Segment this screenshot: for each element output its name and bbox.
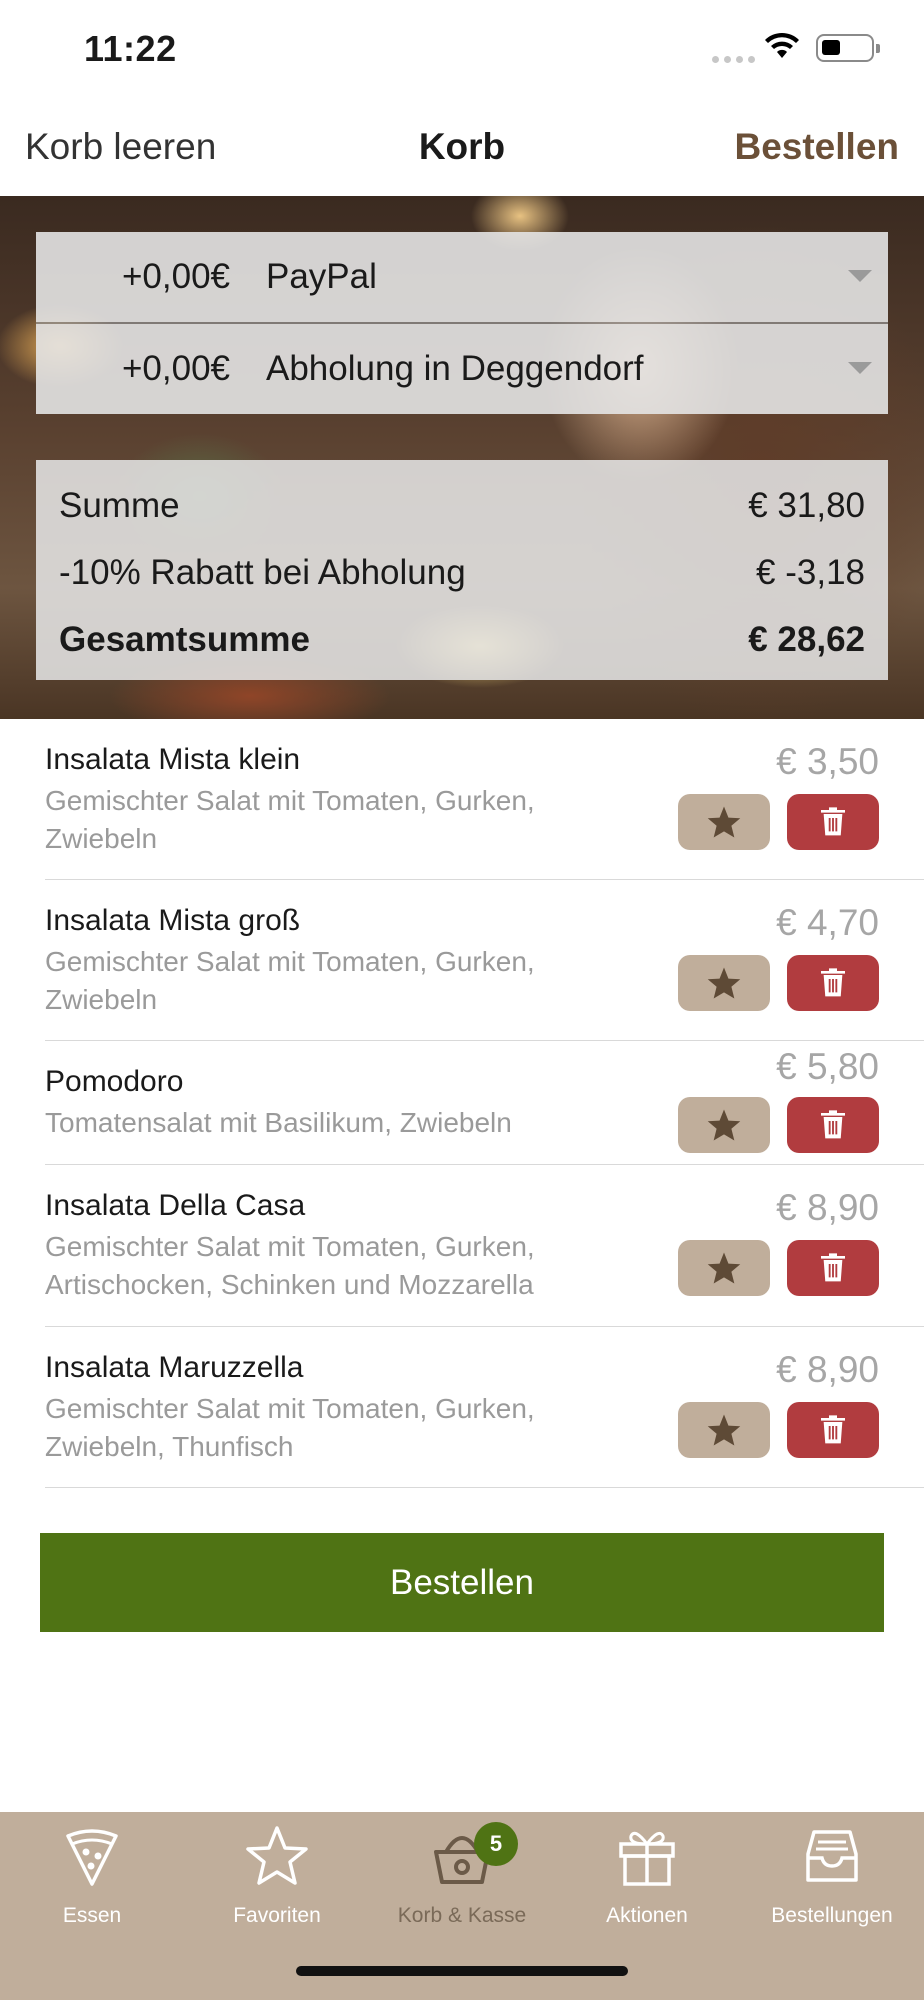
delete-button[interactable] — [787, 955, 879, 1011]
tab-label: Favoriten — [233, 1904, 321, 1927]
battery-icon — [816, 34, 880, 62]
item-name: Insalata Della Casa — [45, 1189, 306, 1222]
home-indicator[interactable] — [296, 1966, 628, 1976]
order-button[interactable]: Bestellen — [40, 1533, 884, 1632]
tab-label: Essen — [62, 1904, 122, 1927]
star-icon — [707, 1414, 741, 1446]
list-item: Insalata Della Casa Gemischter Salat mit… — [0, 1165, 924, 1327]
delete-button[interactable] — [787, 1240, 879, 1296]
trash-icon — [821, 1253, 845, 1282]
star-icon — [707, 1252, 741, 1284]
navigation-bar: Korb leeren Korb Bestellen — [0, 100, 924, 196]
item-name: Insalata Maruzzella — [45, 1351, 304, 1384]
payment-method-select[interactable]: +0,00€ PayPal — [36, 232, 888, 322]
order-summary: Summe € 31,80 -10% Rabatt bei Abholung €… — [36, 460, 888, 680]
hero-background-image: +0,00€ PayPal +0,00€ Abholung in Deggend… — [0, 196, 924, 719]
trash-icon — [821, 968, 845, 997]
total-row: Gesamtsumme € 28,62 — [59, 620, 865, 660]
list-item: Insalata Mista groß Gemischter Salat mit… — [0, 880, 924, 1041]
tab-korb-kasse[interactable]: 5 Korb & Kasse — [370, 1812, 554, 1932]
chevron-down-icon — [848, 270, 872, 282]
tab-label: Bestellungen — [771, 1904, 893, 1927]
favorite-button[interactable] — [678, 1097, 770, 1153]
item-description: Gemischter Salat mit Tomaten, Gurken, Zw… — [45, 785, 535, 854]
discount-value: € -3,18 — [756, 553, 865, 592]
list-item: Insalata Maruzzella Gemischter Salat mit… — [0, 1327, 924, 1488]
pizza-icon — [66, 1829, 118, 1886]
delivery-surcharge: +0,00€ — [121, 349, 230, 388]
delete-button[interactable] — [787, 794, 879, 850]
wifi-icon — [765, 32, 799, 58]
item-description: Gemischter Salat mit Tomaten, Gurken, Zw… — [45, 1393, 535, 1462]
total-label: Gesamtsumme — [59, 620, 310, 659]
item-description: Gemischter Salat mit Tomaten, Gurken, Zw… — [45, 946, 535, 1015]
star-icon — [707, 967, 741, 999]
status-bar: 11:22 — [0, 0, 924, 100]
favorite-button[interactable] — [678, 794, 770, 850]
divider — [45, 1486, 924, 1488]
tab-aktionen[interactable]: Aktionen — [555, 1812, 739, 1932]
discount-label: -10% Rabatt bei Abholung — [59, 553, 466, 592]
tab-bestellungen[interactable]: Bestellungen — [740, 1812, 924, 1932]
tab-favoriten[interactable]: Favoriten — [185, 1812, 369, 1932]
trash-icon — [821, 1415, 845, 1444]
tab-label: Korb & Kasse — [397, 1904, 527, 1927]
favorite-button[interactable] — [678, 955, 770, 1011]
total-value: € 28,62 — [748, 620, 865, 659]
item-description: Tomatensalat mit Basilikum, Zwiebeln — [45, 1107, 512, 1138]
payment-surcharge: +0,00€ — [121, 257, 230, 296]
item-price: € 3,50 — [776, 741, 879, 782]
payment-method-label: PayPal — [266, 257, 377, 296]
star-icon — [246, 1826, 308, 1885]
delete-button[interactable] — [787, 1402, 879, 1458]
list-item: Pomodoro Tomatensalat mit Basilikum, Zwi… — [0, 1041, 924, 1165]
subtotal-label: Summe — [59, 486, 180, 525]
tab-label: Aktionen — [606, 1904, 688, 1927]
delivery-method-label: Abholung in Deggendorf — [266, 349, 644, 388]
trash-icon — [821, 807, 845, 836]
favorite-button[interactable] — [678, 1240, 770, 1296]
item-price: € 8,90 — [776, 1349, 879, 1390]
status-time: 11:22 — [84, 28, 177, 69]
item-description: Gemischter Salat mit Tomaten, Gurken, Ar… — [45, 1231, 535, 1300]
chevron-down-icon — [848, 362, 872, 374]
item-price: € 5,80 — [776, 1046, 879, 1087]
delete-button[interactable] — [787, 1097, 879, 1153]
item-price: € 4,70 — [776, 902, 879, 943]
order-nav-button[interactable]: Bestellen — [734, 126, 899, 168]
tab-essen[interactable]: Essen — [0, 1812, 184, 1932]
trash-icon — [821, 1110, 845, 1139]
delivery-method-select[interactable]: +0,00€ Abholung in Deggendorf — [36, 324, 888, 414]
item-price: € 8,90 — [776, 1187, 879, 1228]
star-icon — [707, 806, 741, 838]
item-name: Pomodoro — [45, 1065, 184, 1098]
star-icon — [707, 1109, 741, 1141]
item-name: Insalata Mista groß — [45, 904, 301, 937]
list-item: Insalata Mista klein Gemischter Salat mi… — [0, 719, 924, 880]
subtotal-row: Summe € 31,80 — [59, 486, 865, 526]
gift-icon — [619, 1831, 675, 1886]
item-name: Insalata Mista klein — [45, 743, 301, 776]
subtotal-value: € 31,80 — [748, 486, 865, 525]
basket-count-badge: 5 — [474, 1822, 518, 1866]
cellular-signal-icon — [712, 56, 755, 63]
tray-icon — [806, 1830, 858, 1882]
clear-basket-button[interactable]: Korb leeren — [25, 126, 216, 168]
discount-row: -10% Rabatt bei Abholung € -3,18 — [59, 553, 865, 593]
favorite-button[interactable] — [678, 1402, 770, 1458]
